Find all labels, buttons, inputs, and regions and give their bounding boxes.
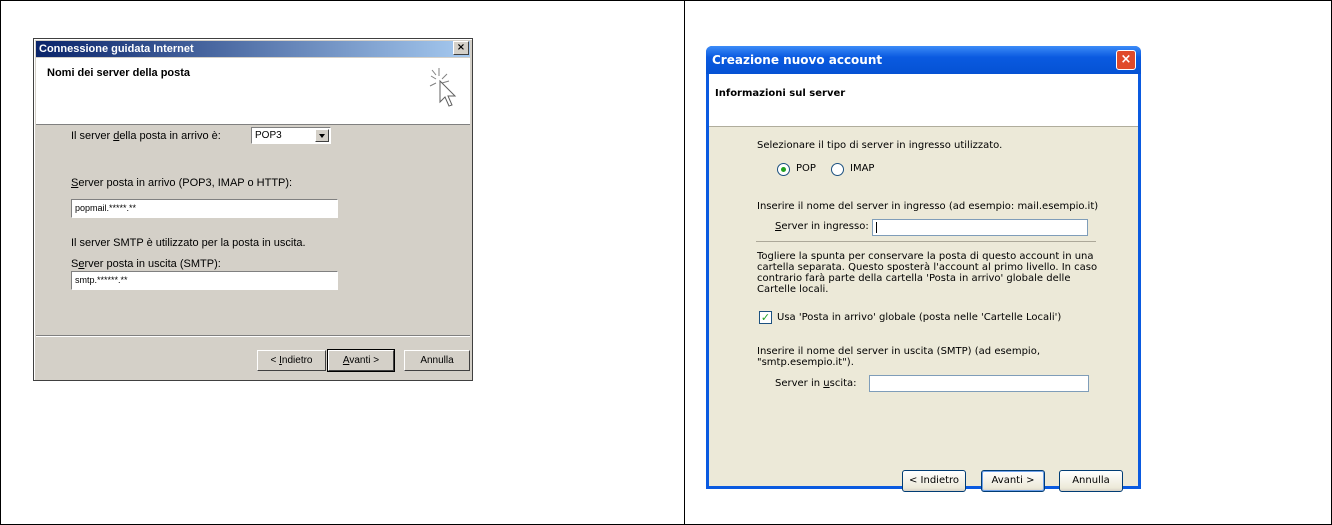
- close-button[interactable]: ×: [1116, 50, 1136, 70]
- back-button[interactable]: < Indietro: [902, 470, 966, 492]
- outgoing-server-field[interactable]: smtp.******.**: [71, 271, 338, 290]
- global-help-line: cartella separata. Questo sposterà l'acc…: [757, 262, 1098, 273]
- incoming-server-field[interactable]: popmail.*****.**: [71, 199, 338, 218]
- imap-radio[interactable]: [831, 163, 844, 176]
- outgoing-help-line: "smtp.esempio.it").: [757, 357, 854, 368]
- global-help-line: Cartelle locali.: [757, 284, 829, 295]
- incoming-type-select[interactable]: POP3: [251, 127, 331, 144]
- page-title: Nomi dei server della posta: [47, 67, 191, 79]
- close-button[interactable]: ×: [453, 41, 469, 55]
- global-help-line: contrario farà parte della cartella 'Pos…: [757, 273, 1071, 284]
- outgoing-help-text: Inserire il nome del server in uscita (S…: [757, 346, 1040, 368]
- wizard-header: Nomi dei server della posta: [36, 58, 470, 125]
- window-title: Connessione guidata Internet: [36, 41, 470, 57]
- select-type-text: Selezionare il tipo di server in ingress…: [757, 140, 1003, 151]
- incoming-server-label: Server in ingresso:: [775, 221, 869, 232]
- dialog-body: Informazioni sul server Selezionare il t…: [709, 74, 1138, 492]
- back-button[interactable]: < Indietro: [257, 350, 326, 371]
- global-help-line: Togliere la spunta per conservare la pos…: [757, 251, 1094, 262]
- incoming-server-label: Server posta in arrivo (POP3, IMAP o HTT…: [71, 177, 293, 189]
- global-inbox-help: Togliere la spunta per conservare la pos…: [757, 251, 1097, 295]
- section-separator: [756, 241, 1096, 242]
- incoming-help-text: Inserire il nome del server in ingresso …: [757, 201, 1099, 212]
- global-inbox-label[interactable]: Usa 'Posta in arrivo' globale (posta nel…: [777, 312, 1061, 323]
- outgoing-server-label: Server posta in uscita (SMTP):: [71, 258, 221, 270]
- cancel-button[interactable]: Annulla: [1059, 470, 1123, 492]
- global-inbox-checkbox[interactable]: ✓: [759, 311, 772, 324]
- wizard-cursor-icon: [429, 68, 457, 107]
- incoming-type-value: POP3: [255, 130, 282, 141]
- cancel-button[interactable]: Annulla: [404, 350, 470, 371]
- outgoing-help-line: Inserire il nome del server in uscita (S…: [757, 346, 1040, 357]
- footer-separator: [36, 335, 470, 337]
- next-button[interactable]: Avanti >: [981, 470, 1045, 492]
- pop-radio[interactable]: [777, 163, 790, 176]
- pop-label[interactable]: POP: [796, 163, 816, 174]
- outgoing-server-field[interactable]: [869, 375, 1089, 392]
- smtp-note: Il server SMTP è utilizzato per la posta…: [71, 237, 306, 249]
- text-caret: [876, 222, 877, 233]
- figure-divider: [684, 0, 685, 525]
- internet-wizard-dialog: Connessione guidata Internet × Nomi dei …: [33, 38, 473, 381]
- imap-label[interactable]: IMAP: [850, 163, 874, 174]
- wizard-header: Informazioni sul server: [709, 74, 1138, 127]
- incoming-server-field[interactable]: [872, 219, 1088, 236]
- window-title: Creazione nuovo account: [706, 46, 1141, 74]
- new-account-dialog: Creazione nuovo account × Informazioni s…: [706, 46, 1141, 492]
- outgoing-server-label: Server in uscita:: [775, 378, 857, 389]
- chevron-down-icon[interactable]: [315, 129, 329, 142]
- page-title: Informazioni sul server: [715, 88, 846, 99]
- next-button[interactable]: Avanti >: [327, 349, 395, 372]
- incoming-type-label: Il server della posta in arrivo è:: [71, 130, 221, 142]
